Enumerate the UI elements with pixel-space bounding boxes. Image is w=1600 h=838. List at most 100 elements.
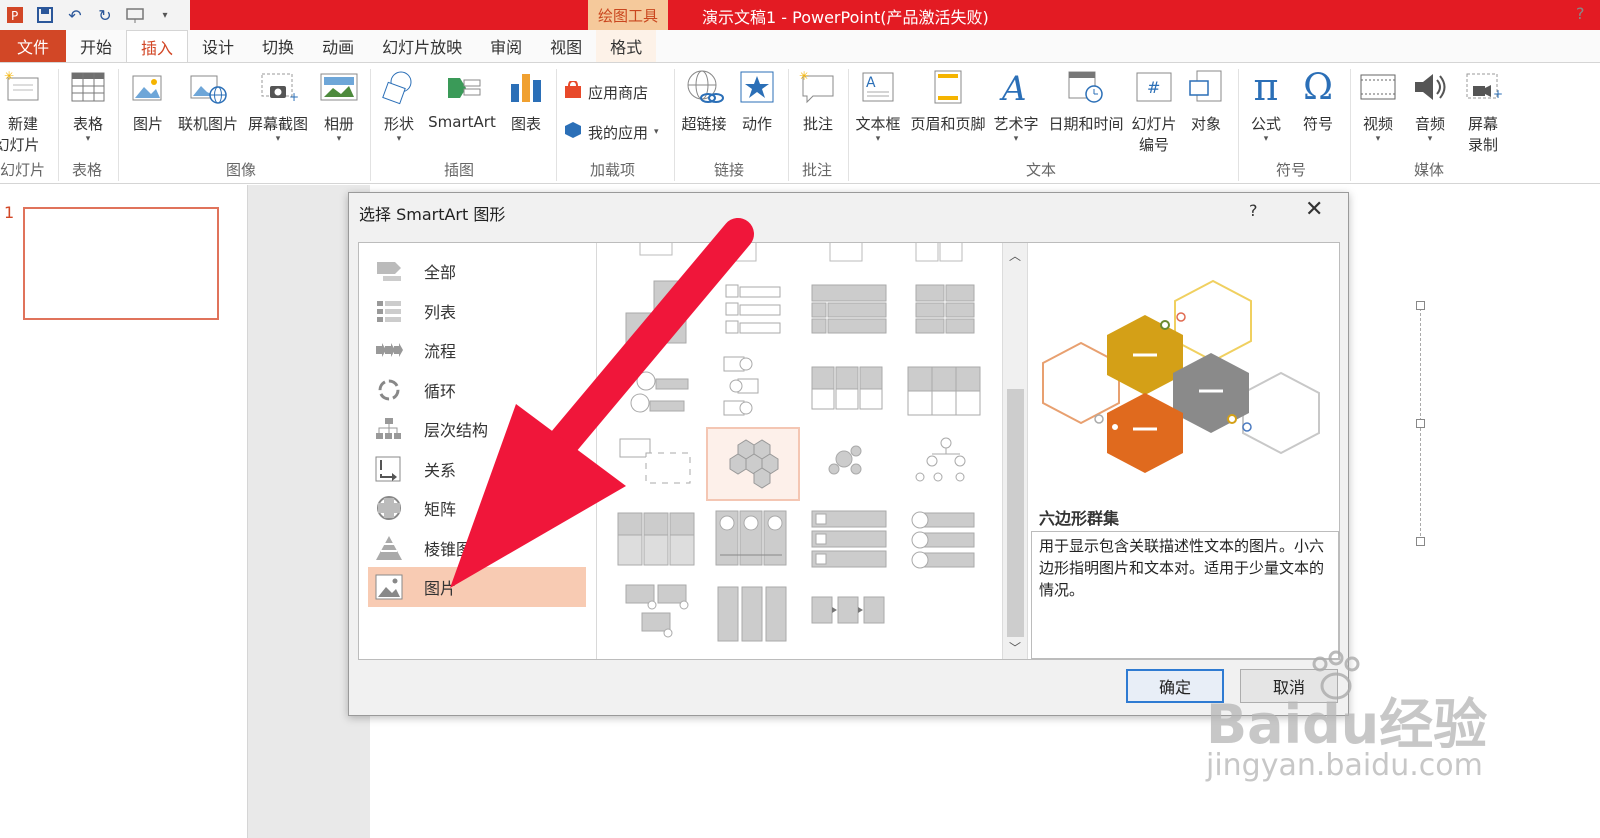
header-footer-button[interactable]: 页眉和页脚 <box>906 67 990 134</box>
tab-file[interactable]: 文件 <box>0 30 66 62</box>
gallery-item[interactable] <box>900 353 994 427</box>
slide-thumbnail[interactable] <box>23 207 219 320</box>
gallery-item[interactable] <box>900 429 994 503</box>
object-label: 对象 <box>1190 115 1221 133</box>
date-time-button[interactable]: 日期和时间 <box>1044 67 1128 134</box>
new-slide-button[interactable]: ✳ 新建 幻灯片 <box>0 67 46 155</box>
gallery-item[interactable] <box>612 505 706 579</box>
gallery-item[interactable] <box>708 505 802 579</box>
gallery-item[interactable] <box>804 581 898 655</box>
store-button[interactable]: 应用商店 <box>564 79 648 103</box>
photo-album-button[interactable]: 相册 ▾ <box>316 67 362 144</box>
slide-thumbnail-pane: 1 <box>0 185 248 838</box>
gallery-item[interactable] <box>612 353 706 427</box>
tab-review[interactable]: 审阅 <box>476 30 536 62</box>
scroll-up-icon[interactable]: ︿ <box>1003 247 1027 264</box>
table-button[interactable]: 表格 ▾ <box>66 67 110 144</box>
tab-home[interactable]: 开始 <box>66 30 126 62</box>
comment-button[interactable]: ✳ 批注 <box>796 67 840 134</box>
category-list: 全部 列表 流程 循环 层次结构 关系 矩阵 棱锥图 图片 <box>359 243 597 659</box>
start-slideshow-icon[interactable] <box>122 3 148 27</box>
close-icon[interactable]: ✕ <box>1305 197 1323 222</box>
group-symbols-label: 符号 <box>1276 161 1307 179</box>
video-button[interactable]: 视频 ▾ <box>1356 67 1400 144</box>
resize-handle[interactable] <box>1416 301 1425 310</box>
tab-view[interactable]: 视图 <box>536 30 596 62</box>
textbox-button[interactable]: A 文本框 ▾ <box>852 67 904 144</box>
scroll-down-icon[interactable]: ﹀ <box>1003 639 1027 656</box>
scrollbar-thumb[interactable] <box>1007 389 1024 637</box>
action-button[interactable]: 动作 <box>734 67 780 134</box>
photo-album-label: 相册 <box>323 115 354 133</box>
category-label: 循环 <box>424 382 457 401</box>
gallery-item[interactable] <box>804 353 898 427</box>
customize-qat-icon[interactable]: ▾ <box>152 3 178 27</box>
shapes-button[interactable]: 形状 ▾ <box>378 67 420 144</box>
dialog-help-button[interactable]: ? <box>1249 201 1258 220</box>
save-icon[interactable] <box>32 3 58 27</box>
gallery-item[interactable] <box>708 243 802 267</box>
picture-icon <box>128 67 168 107</box>
gallery-item[interactable] <box>612 243 706 267</box>
wordart-icon: A <box>996 67 1036 107</box>
gallery-item[interactable] <box>612 277 706 351</box>
picture-button[interactable]: 图片 <box>128 67 168 134</box>
group-slides-label: 幻灯片 <box>0 161 46 179</box>
relationship-category-icon <box>374 455 404 483</box>
category-picture[interactable]: 图片 <box>368 567 586 607</box>
slide-number-button[interactable]: # 幻灯片 编号 <box>1130 67 1178 155</box>
tab-slideshow[interactable]: 幻灯片放映 <box>368 30 476 62</box>
tab-insert[interactable]: 插入 <box>126 30 189 62</box>
category-matrix[interactable]: 矩阵 <box>368 488 586 528</box>
gallery-item[interactable] <box>804 505 898 579</box>
tab-transitions[interactable]: 切换 <box>248 30 308 62</box>
audio-button[interactable]: 音频 ▾ <box>1408 67 1452 144</box>
screenshot-button[interactable]: + 屏幕截图 ▾ <box>246 67 310 144</box>
gallery-item[interactable] <box>804 243 898 267</box>
smartart-button[interactable]: SmartArt <box>424 67 500 131</box>
redo-icon[interactable]: ↻ <box>92 3 118 27</box>
screen-record-label-2: 录制 <box>1467 136 1498 154</box>
resize-handle[interactable] <box>1416 419 1425 428</box>
gallery-item[interactable] <box>612 429 706 503</box>
gallery-item[interactable] <box>804 277 898 351</box>
resize-handle[interactable] <box>1416 537 1425 546</box>
screen-record-button[interactable]: + 屏幕 录制 <box>1460 67 1506 155</box>
wordart-button[interactable]: A 艺术字 ▾ <box>992 67 1040 144</box>
tab-animations[interactable]: 动画 <box>308 30 368 62</box>
equation-button[interactable]: π 公式 ▾ <box>1244 65 1288 144</box>
category-list-item[interactable]: 列表 <box>368 291 586 331</box>
category-hierarchy[interactable]: 层次结构 <box>368 409 586 449</box>
gallery-item[interactable] <box>804 429 898 503</box>
gallery-item[interactable] <box>900 277 994 351</box>
chart-button[interactable]: 图表 <box>504 67 548 134</box>
help-button[interactable]: ? <box>1576 4 1585 23</box>
tab-design[interactable]: 设计 <box>188 30 248 62</box>
gallery-item[interactable] <box>900 505 994 579</box>
picture-category-icon <box>374 573 404 601</box>
slide-number: 1 <box>4 203 15 222</box>
object-button[interactable]: 对象 <box>1184 67 1228 134</box>
gallery-scrollbar[interactable]: ︿ ﹀ <box>1002 243 1028 659</box>
tab-format[interactable]: 格式 <box>596 30 657 62</box>
my-apps-button[interactable]: 我的应用 ▾ <box>564 121 659 143</box>
group-tables-label: 表格 <box>72 161 103 179</box>
preview-layout-name: 六边形群集 <box>1039 509 1120 528</box>
gallery-item[interactable] <box>708 353 802 427</box>
gallery-item[interactable] <box>900 243 994 267</box>
undo-icon[interactable]: ↶ <box>62 3 88 27</box>
svg-text:#: # <box>1147 78 1160 97</box>
category-pyramid[interactable]: 棱锥图 <box>368 528 586 568</box>
picture-label: 图片 <box>132 115 163 133</box>
symbol-button[interactable]: Ω 符号 <box>1296 67 1340 134</box>
online-picture-button[interactable]: 联机图片 <box>176 67 240 134</box>
category-process[interactable]: 流程 <box>368 330 586 370</box>
category-cycle[interactable]: 循环 <box>368 370 586 410</box>
category-all[interactable]: 全部 <box>368 251 586 291</box>
gallery-item[interactable] <box>708 581 802 655</box>
gallery-item-hexagon-cluster[interactable] <box>706 427 800 501</box>
gallery-item[interactable] <box>612 581 706 655</box>
gallery-item[interactable] <box>708 277 802 351</box>
category-relationship[interactable]: 关系 <box>368 449 586 489</box>
hyperlink-button[interactable]: 超链接 <box>678 67 730 134</box>
